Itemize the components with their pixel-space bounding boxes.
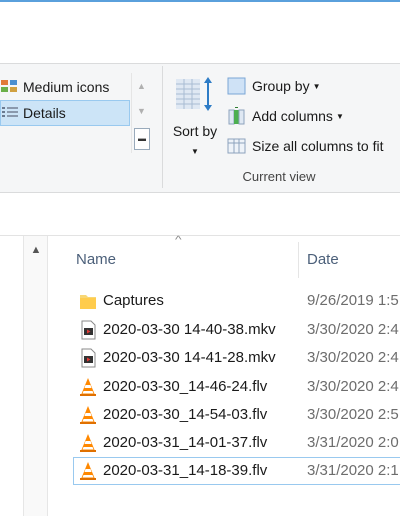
file-row-focused[interactable]: 2020-03-31_14-18-39.flv 3/31/2020 2:1 [73, 457, 400, 485]
group-by-caret-icon: ▼ [312, 82, 321, 91]
gallery-expand-icon[interactable]: ▬ [134, 128, 150, 150]
size-columns-label: Size all columns to fit [252, 138, 384, 154]
file-row[interactable]: 2020-03-31_14-01-37.flv 3/31/2020 2:0 [73, 429, 400, 457]
medium-icons-icon [1, 80, 17, 92]
scroll-up-icon[interactable]: ▲ [30, 244, 42, 256]
sort-by-caret-icon: ▼ [191, 146, 199, 156]
layout-gallery: Medium icons Details ▲ ▼ ▬ [0, 73, 150, 153]
add-columns-caret-icon: ▼ [335, 112, 344, 121]
ribbon-header-area [0, 2, 400, 64]
sort-by-label: Sort by ▼ [172, 123, 218, 156]
file-name: Captures [103, 292, 164, 309]
vlc-cone-icon [80, 406, 96, 424]
layout-details-label: Details [23, 105, 66, 121]
file-name: 2020-03-30_14-46-24.flv [103, 378, 268, 395]
file-date: 3/31/2020 2:0 [307, 434, 399, 451]
file-date: 9/26/2019 1:5 [307, 292, 399, 309]
vlc-cone-icon [80, 378, 96, 396]
layout-medium-icons[interactable]: Medium icons [0, 74, 130, 100]
nav-pane-scrollbar[interactable]: ▲ [23, 236, 48, 516]
group-by-button[interactable]: Group by ▼ [226, 75, 321, 97]
add-columns-button[interactable]: Add columns ▼ [226, 105, 344, 127]
file-date: 3/30/2020 2:4 [307, 349, 399, 366]
file-date: 3/30/2020 2:4 [307, 321, 399, 338]
gallery-scroll-up-icon[interactable]: ▲ [136, 81, 147, 92]
file-name: 2020-03-31_14-01-37.flv [103, 434, 268, 451]
file-row[interactable]: Captures 9/26/2019 1:5 [73, 287, 400, 315]
file-name: 2020-03-30 14-40-38.mkv [103, 321, 276, 338]
folder-icon [80, 295, 96, 309]
size-columns-button[interactable]: Size all columns to fit [226, 135, 384, 157]
file-row[interactable]: 2020-03-30 14-40-38.mkv 3/30/2020 2:4 [73, 316, 400, 344]
file-row[interactable]: 2020-03-30 14-41-28.mkv 3/30/2020 2:4 [73, 344, 400, 372]
current-view-group-label: Current view [242, 169, 316, 184]
layout-medium-icons-label: Medium icons [23, 79, 110, 95]
video-file-icon [81, 320, 96, 340]
vlc-cone-icon [80, 434, 96, 452]
add-columns-icon [228, 107, 245, 125]
gallery-scroll-down-icon[interactable]: ▼ [136, 106, 147, 117]
layout-details[interactable]: Details [0, 100, 130, 126]
column-header-date[interactable]: Date [307, 236, 400, 278]
group-by-icon [227, 77, 246, 95]
file-name: 2020-03-31_14-18-39.flv [103, 462, 268, 479]
column-header-name[interactable]: Name [76, 236, 298, 278]
add-columns-label: Add columns [252, 108, 333, 124]
details-icon [2, 107, 18, 117]
file-date: 3/30/2020 2:5 [307, 406, 399, 423]
file-date: 3/31/2020 2:1 [307, 462, 399, 479]
file-list-pane: ▲ ^ Name Date Captures 9/26/2019 1:5 202… [0, 235, 400, 516]
sort-by-icon [176, 77, 212, 111]
file-date: 3/30/2020 2:4 [307, 378, 399, 395]
size-columns-icon [227, 138, 246, 154]
layout-gallery-scroll: ▲ ▼ ▬ [131, 73, 150, 153]
sort-by-button[interactable]: Sort by ▼ [170, 74, 220, 164]
ribbon-separator [162, 66, 163, 188]
group-by-label: Group by [252, 78, 310, 94]
file-name: 2020-03-30 14-41-28.mkv [103, 349, 276, 366]
file-row[interactable]: 2020-03-30_14-46-24.flv 3/30/2020 2:4 [73, 373, 400, 401]
vlc-cone-icon [80, 462, 96, 480]
ribbon: Medium icons Details ▲ ▼ ▬ Sort by ▼ Gro… [0, 0, 400, 193]
column-divider[interactable] [298, 242, 299, 278]
file-row[interactable]: 2020-03-30_14-54-03.flv 3/30/2020 2:5 [73, 401, 400, 429]
video-file-icon [81, 348, 96, 368]
file-name: 2020-03-30_14-54-03.flv [103, 406, 268, 423]
